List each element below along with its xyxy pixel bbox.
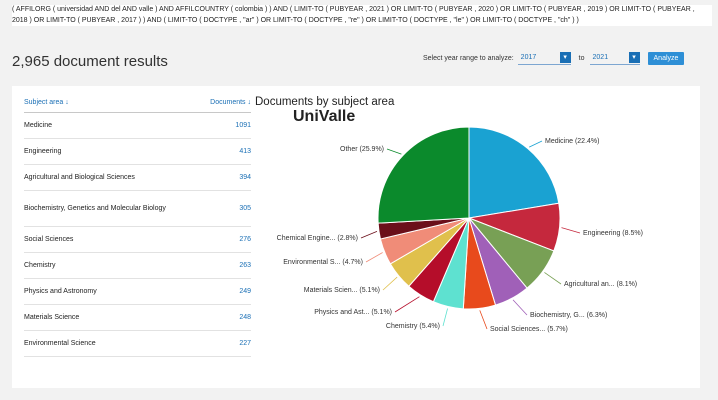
pie-leader-line <box>394 296 420 313</box>
pie-slice-label: Environmental S... (4.7%) <box>283 259 363 266</box>
pie-slice-label: Social Sciences... (5.7%) <box>490 326 568 333</box>
pie-slice-label: Physics and Ast... (5.1%) <box>314 309 392 316</box>
pie-leader-line <box>561 227 581 234</box>
chevron-down-icon: ▾ <box>559 52 571 63</box>
pie-leader-line <box>365 252 383 263</box>
pie-slice-label: Chemical Engine... (2.8%) <box>277 235 358 242</box>
search-query-text: ( AFFILORG ( universidad AND del AND val… <box>12 5 712 26</box>
year-from-select[interactable]: 2017 ▾ <box>517 51 571 65</box>
pie-slice-label: Biochemistry, G... (6.3%) <box>530 312 607 319</box>
year-to-select[interactable]: 2021 ▾ <box>589 51 640 65</box>
year-from-value: 2017 <box>520 54 537 61</box>
pie-chart: Medicine (22.4%) Engineering (8.5%) Agricu… <box>277 126 643 333</box>
year-to-value: 2021 <box>592 54 609 61</box>
pie-slice-label: Agricultural an... (8.1%) <box>564 281 637 288</box>
pie-leader-line <box>382 276 398 291</box>
pie-slice-label: Other (25.9%) <box>340 146 384 153</box>
year-range-label: Select year range to analyze: <box>423 54 514 62</box>
pie-slice-label: Chemistry (5.4%) <box>386 323 440 330</box>
pie-leader-line <box>529 140 543 148</box>
pie-leader-line <box>544 272 562 285</box>
chevron-down-icon: ▾ <box>628 52 640 63</box>
analyze-button[interactable]: Analyze <box>647 51 685 65</box>
pie-slice-label: Materials Scien... (5.1%) <box>304 287 380 294</box>
pie-slice-label: Engineering (8.5%) <box>583 230 643 237</box>
pie-slice-label: Medicine (22.4%) <box>545 138 599 145</box>
pie-leader-line <box>442 308 448 327</box>
pie-leader-line <box>360 231 378 239</box>
pie-slice[interactable] <box>377 126 470 224</box>
pie-leader-line <box>386 148 402 155</box>
results-title: 2,965 document results <box>12 53 168 70</box>
pie-leader-line <box>479 310 488 330</box>
year-to-label: to <box>578 54 585 62</box>
year-range-selector: Select year range to analyze: 2017 ▾ to … <box>423 51 685 65</box>
pie-leader-line <box>512 299 528 316</box>
results-panel: Subject area ↓ Documents ↓ Medicine 1091 E… <box>12 86 700 388</box>
